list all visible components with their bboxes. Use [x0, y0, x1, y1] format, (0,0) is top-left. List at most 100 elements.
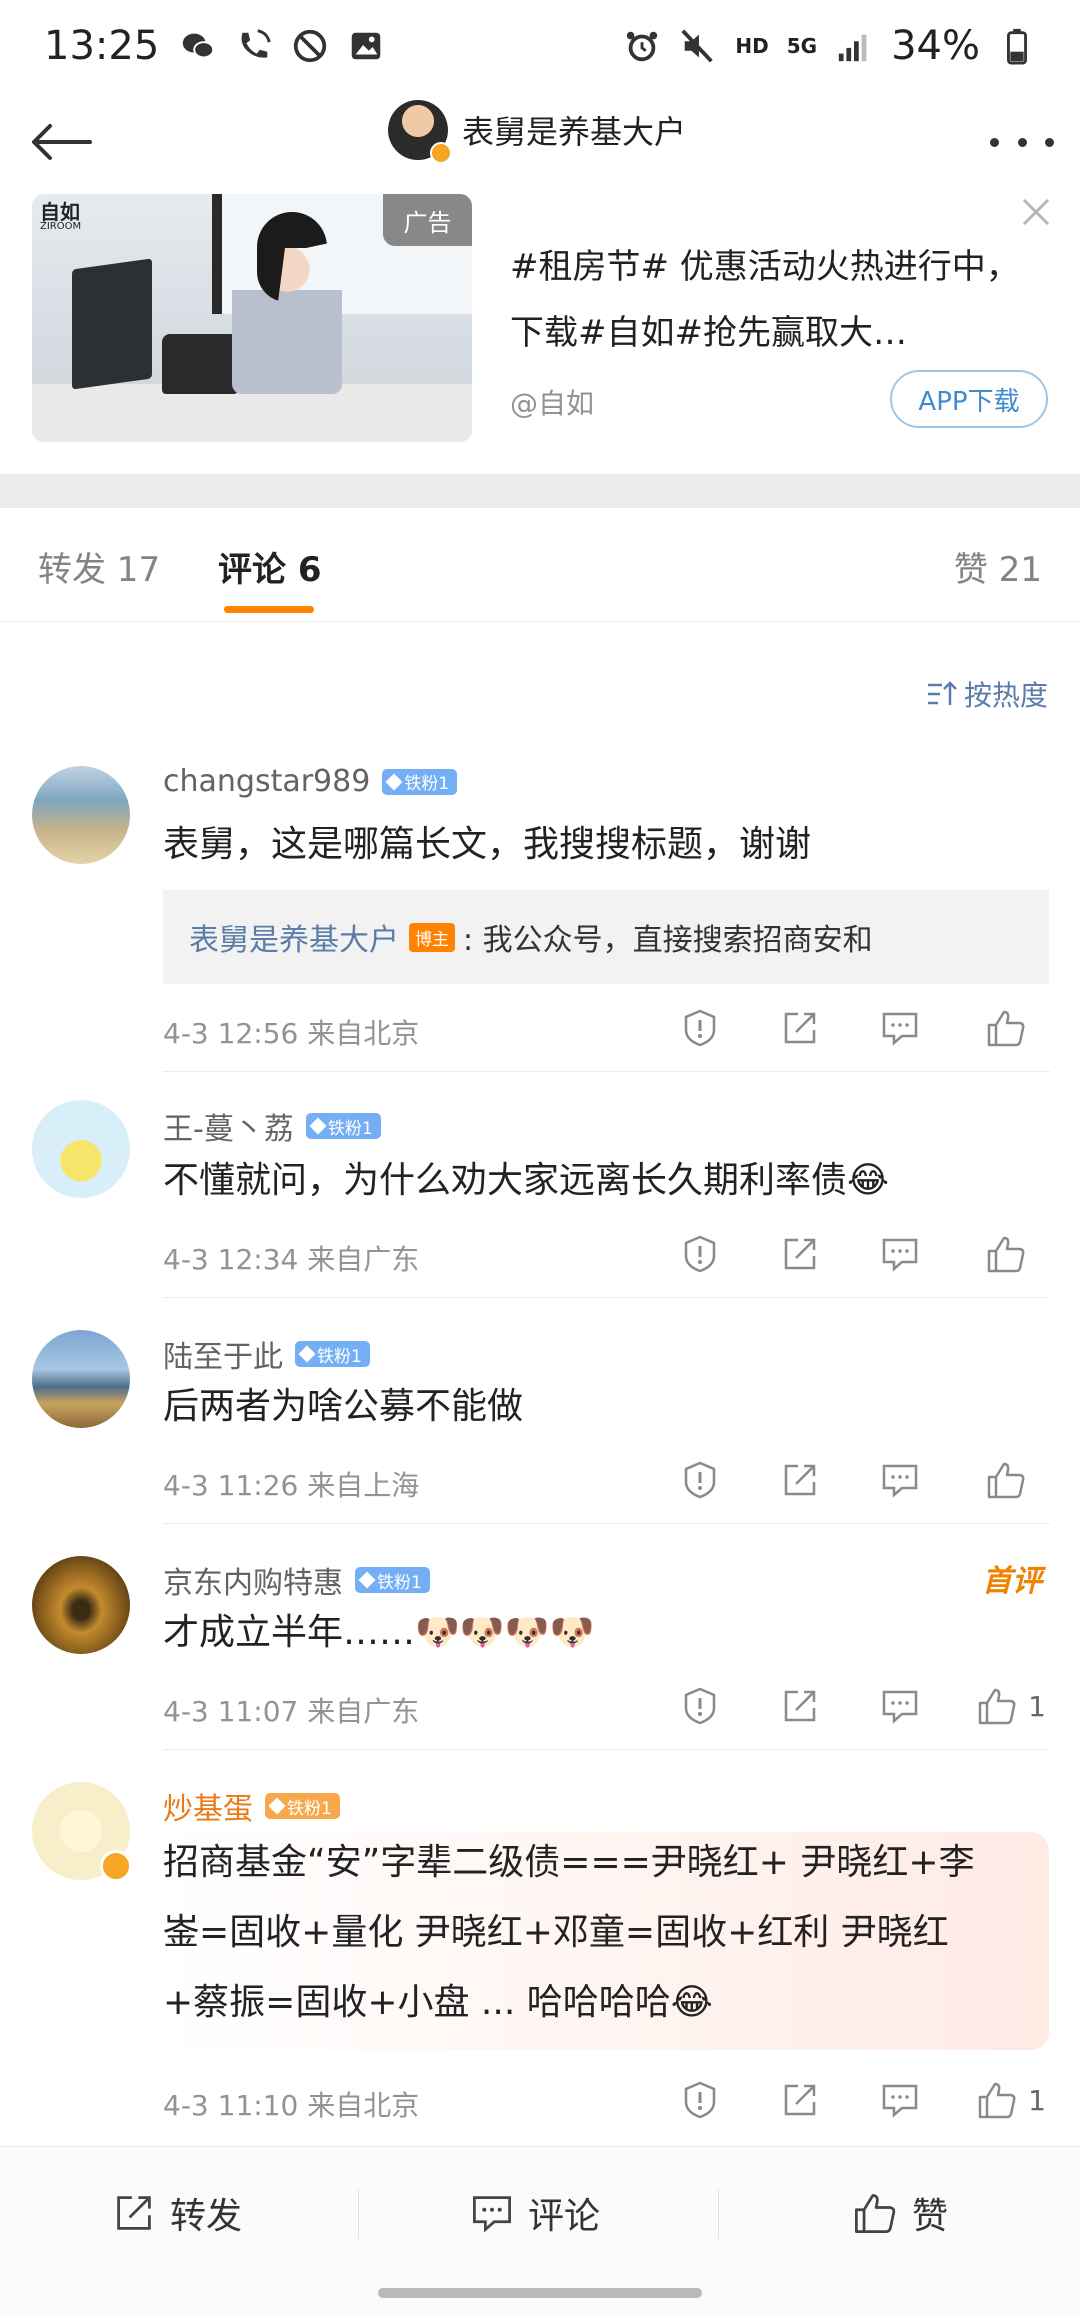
mute-icon — [681, 29, 714, 63]
comment-icon — [882, 1012, 918, 1046]
blocked-icon — [294, 29, 327, 63]
fan-badge: 铁粉1 — [305, 1113, 381, 1139]
alarm-icon — [627, 31, 658, 62]
network-5g-label: 5G — [786, 34, 818, 58]
signal-icon — [838, 34, 867, 62]
reply-button[interactable] — [850, 1002, 950, 1054]
comment-meta: 4-3 12:34 来自广东 — [163, 1243, 420, 1276]
commenter-name[interactable]: changstar989 — [163, 764, 370, 799]
sort-icon — [927, 681, 957, 705]
reply-button[interactable] — [850, 1454, 950, 1506]
verified-badge-icon — [430, 142, 452, 164]
avatar[interactable] — [32, 1556, 130, 1654]
like-count: 1 — [1028, 1689, 1046, 1723]
comment-text[interactable]: 表舅，这是哪篇长文，我搜搜标题，谢谢 — [163, 810, 811, 880]
avatar[interactable] — [32, 766, 130, 864]
report-button[interactable] — [650, 2074, 750, 2126]
diamond-icon — [309, 1117, 327, 1135]
app-download-button[interactable]: APP下载 — [890, 370, 1048, 428]
share-button[interactable] — [750, 1680, 850, 1732]
divider — [718, 2189, 719, 2239]
battery-icon — [1007, 28, 1027, 65]
ad-text[interactable]: #租房节# 优惠活动火热进行中，下载#自如#抢先赢取大… — [510, 234, 1030, 366]
reply-button[interactable] — [850, 1228, 950, 1280]
thumbs-up-icon — [987, 1462, 1025, 1499]
share-button[interactable] — [750, 1228, 850, 1280]
share-icon — [784, 1690, 816, 1722]
share-button[interactable] — [750, 2074, 850, 2126]
repost-label: 转发 — [170, 2196, 243, 2237]
like-button[interactable]: 赞 — [852, 2187, 948, 2239]
report-button[interactable] — [650, 1454, 750, 1506]
report-button[interactable] — [650, 1680, 750, 1732]
verified-badge-icon — [100, 1850, 132, 1882]
warning-icon — [684, 1009, 716, 1047]
more-options-button[interactable] — [990, 114, 1054, 170]
reply-button[interactable] — [850, 1680, 950, 1732]
comment-actions: 1 — [650, 2074, 1050, 2126]
author-header[interactable]: 表舅是养基大户 — [388, 100, 687, 164]
sort-by-hot-button[interactable]: 按热度 — [926, 674, 1048, 714]
commenter-name[interactable]: 炒基蛋 — [163, 1784, 253, 1828]
tab-comment[interactable]: 评论 6 — [218, 542, 322, 591]
tab-divider — [0, 621, 1080, 622]
comment-icon — [882, 2084, 918, 2118]
thumbs-up-icon — [978, 1688, 1016, 1725]
reply-text: : 我公众号，直接搜索招商安和 — [463, 923, 873, 958]
like-button[interactable]: 1 — [950, 1680, 1050, 1732]
comment-label: 评论 — [528, 2196, 601, 2237]
close-icon[interactable] — [1018, 194, 1054, 230]
back-button[interactable] — [22, 104, 98, 180]
share-icon — [784, 1464, 816, 1496]
warning-icon — [684, 2081, 716, 2119]
author-name: 表舅是养基大户 — [462, 113, 687, 151]
warning-icon — [684, 1461, 716, 1499]
top-nav: 表舅是养基大户 — [0, 92, 1080, 192]
commenter-name[interactable]: 陆至于此 — [163, 1332, 283, 1376]
wifi-call-icon — [241, 29, 271, 58]
comment-icon — [473, 2196, 511, 2233]
share-button[interactable] — [750, 1002, 850, 1054]
home-indicator[interactable] — [378, 2288, 702, 2298]
commenter-name[interactable]: 王-蔓丶荔 — [163, 1104, 294, 1148]
tab-like[interactable]: 赞 21 — [954, 542, 1042, 591]
avatar[interactable] — [32, 1330, 130, 1428]
share-button[interactable] — [750, 1454, 850, 1506]
like-button[interactable] — [950, 1002, 1050, 1054]
thumbs-up-icon — [855, 2194, 896, 2233]
ad-card[interactable]: 自如 ZIROOM 广告 #租房节# 优惠活动火热进行中，下载#自如#抢先赢取大…… — [0, 192, 1080, 474]
tab-repost[interactable]: 转发 17 — [38, 542, 160, 591]
diamond-icon — [298, 1345, 316, 1363]
comment-actions — [650, 1454, 1050, 1506]
comment-text[interactable]: 不懂就问，为什么劝大家远离长久期利率债😂 — [163, 1146, 889, 1216]
avatar[interactable] — [32, 1100, 130, 1198]
reply-button[interactable] — [850, 2074, 950, 2126]
repost-button[interactable]: 转发 — [112, 2187, 242, 2239]
like-count: 1 — [1028, 2083, 1046, 2117]
avatar[interactable] — [32, 1782, 132, 1882]
comment-actions — [650, 1002, 1050, 1054]
report-button[interactable] — [650, 1002, 750, 1054]
comment-text[interactable]: 招商基金“安”字辈二级债===尹晓红+ 尹晓红+李 崟=固收+量化 尹晓红+邓童… — [163, 1828, 975, 2038]
like-button[interactable]: 1 — [950, 2074, 1050, 2126]
reply-preview[interactable]: 表舅是养基大户 博主 : 我公众号，直接搜索招商安和 — [163, 890, 1049, 984]
reply-author[interactable]: 表舅是养基大户 — [189, 915, 399, 959]
divider — [358, 2189, 359, 2239]
comment-actions — [650, 1228, 1050, 1280]
author-avatar[interactable] — [388, 100, 452, 164]
comment-text[interactable]: 才成立半年……🐶🐶🐶🐶 — [163, 1598, 594, 1668]
like-button[interactable] — [950, 1454, 1050, 1506]
diamond-icon — [358, 1571, 376, 1589]
like-button[interactable] — [950, 1228, 1050, 1280]
status-bar: 13:25 HD 5G 34% — [0, 0, 1080, 92]
comment-icon — [882, 1464, 918, 1498]
report-button[interactable] — [650, 1228, 750, 1280]
comment-text[interactable]: 后两者为啥公募不能做 — [163, 1372, 523, 1442]
warning-icon — [684, 1235, 716, 1273]
ad-source[interactable]: @自如 — [510, 382, 594, 422]
thumbs-up-icon — [987, 1236, 1025, 1273]
comment-button[interactable]: 评论 — [470, 2187, 600, 2239]
comment-meta: 4-3 12:56 来自北京 — [163, 1017, 420, 1050]
comment-meta: 4-3 11:07 来自广东 — [163, 1695, 420, 1728]
commenter-name[interactable]: 京东内购特惠 — [163, 1558, 343, 1602]
